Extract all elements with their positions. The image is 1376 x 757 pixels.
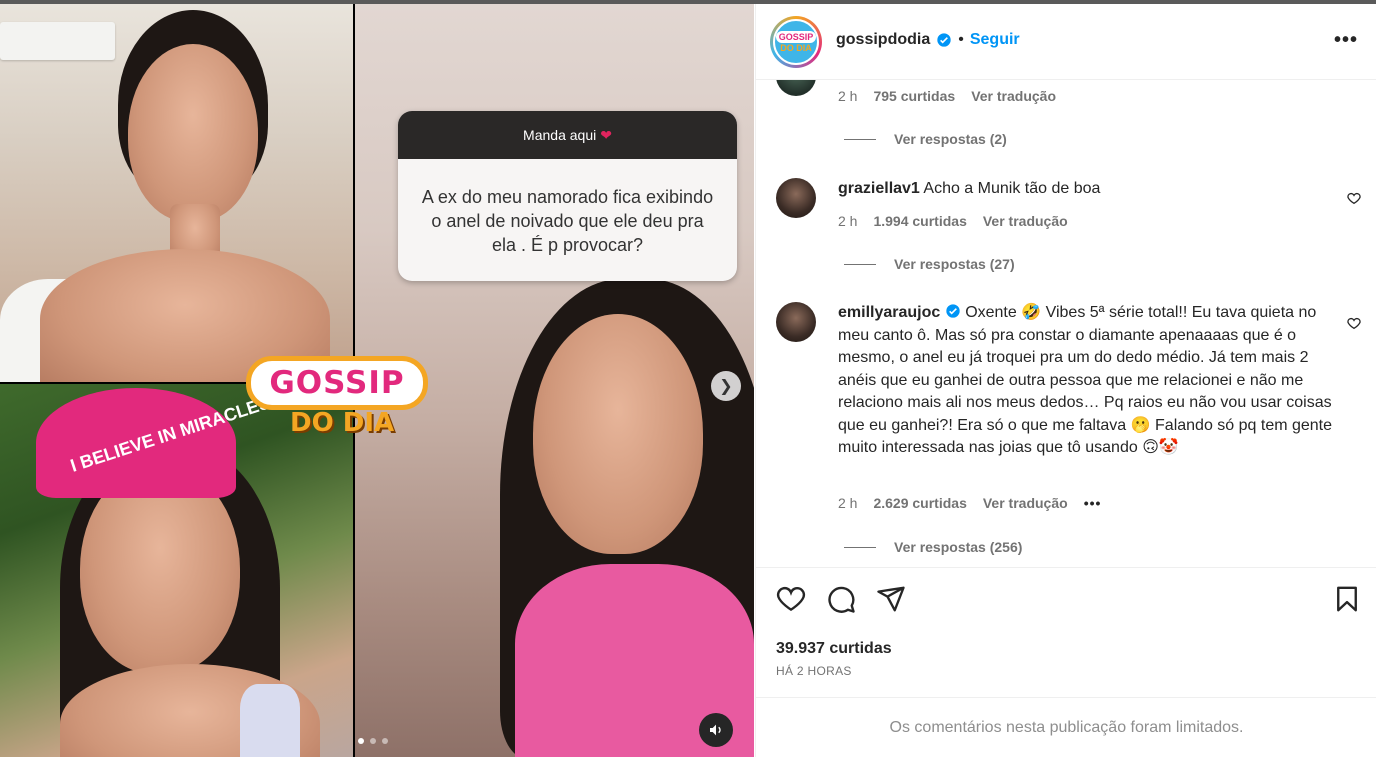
- carousel-dot: [382, 738, 388, 744]
- separator-dot: •: [958, 31, 964, 48]
- air-conditioner: [0, 22, 115, 60]
- likes-count[interactable]: 39.937 curtidas: [776, 640, 892, 658]
- view-replies-button[interactable]: Ver respostas (256): [844, 539, 1022, 555]
- carousel-dot: [358, 738, 364, 744]
- view-replies-button[interactable]: Ver respostas (2): [844, 131, 1007, 147]
- comment-meta: 2 h 795 curtidas Ver tradução: [838, 88, 1057, 104]
- carousel-next-button[interactable]: ❯: [711, 371, 741, 401]
- post-actions: 39.937 curtidas HÁ 2 HORAS: [756, 567, 1376, 697]
- comment-likes[interactable]: 1.994 curtidas: [873, 213, 966, 229]
- heart-icon[interactable]: [1346, 190, 1362, 206]
- sound-toggle-button[interactable]: [699, 713, 733, 747]
- comments-limited-notice: Os comentários nesta publicação foram li…: [756, 697, 1376, 757]
- view-replies-button[interactable]: Ver respostas (27): [844, 256, 1015, 272]
- follow-button[interactable]: Seguir: [970, 31, 1020, 49]
- comment-text: graziellav1 Acho a Munik tão de boa: [838, 180, 1101, 197]
- verified-icon: [937, 33, 951, 47]
- chevron-right-icon: ❯: [719, 378, 733, 395]
- bookmark-icon[interactable]: [1332, 584, 1362, 614]
- comment-likes[interactable]: 2.629 curtidas: [873, 495, 966, 511]
- question-header: Manda aqui ❤: [398, 111, 737, 159]
- translate-link[interactable]: Ver tradução: [971, 88, 1056, 104]
- comment-likes[interactable]: 795 curtidas: [873, 88, 955, 104]
- header-user-row: gossipdodia • Seguir: [836, 31, 1020, 49]
- question-sticker: Manda aqui ❤ A ex do meu namorado fica e…: [398, 111, 737, 281]
- share-icon[interactable]: [876, 584, 906, 614]
- gossip-do-dia-logo: GOSSIP DO DIA: [246, 356, 428, 446]
- face: [533, 314, 703, 554]
- verified-icon: [946, 304, 960, 318]
- heart-icon[interactable]: [776, 584, 806, 614]
- comment-icon[interactable]: [826, 584, 856, 614]
- comments-list[interactable]: 2 h 795 curtidas Ver tradução Ver respos…: [756, 80, 1376, 567]
- red-heart-icon: ❤: [600, 126, 612, 143]
- post-side-panel: GOSSIP DO DIA gossipdodia • Seguir ••• 2…: [755, 4, 1376, 757]
- avatar[interactable]: GOSSIP DO DIA: [770, 16, 822, 68]
- comment-username[interactable]: graziellav1: [838, 180, 920, 197]
- photo-top-left: [0, 4, 353, 382]
- post-timestamp[interactable]: HÁ 2 HORAS: [776, 664, 852, 678]
- avatar[interactable]: [776, 302, 816, 342]
- heart-icon[interactable]: [1346, 315, 1362, 331]
- volume-icon: [710, 724, 721, 736]
- post-header: GOSSIP DO DIA gossipdodia • Seguir •••: [756, 4, 1376, 80]
- carousel-dots: [358, 738, 388, 744]
- carousel-dot: [370, 738, 376, 744]
- post-media[interactable]: I BELIEVE IN MIRACLES Manda aqui ❤ A ex …: [0, 4, 754, 757]
- comment-meta: 2 h 1.994 curtidas Ver tradução: [838, 213, 1068, 229]
- face: [128, 44, 258, 222]
- username-link[interactable]: gossipdodia: [836, 31, 930, 49]
- translate-link[interactable]: Ver tradução: [983, 213, 1068, 229]
- comment-username[interactable]: emillyaraujoc: [838, 304, 940, 321]
- avatar[interactable]: [776, 178, 816, 218]
- question-text: A ex do meu namorado fica exibindo o ane…: [421, 187, 714, 255]
- avatar[interactable]: [776, 80, 816, 96]
- comment-more-icon[interactable]: •••: [1084, 495, 1102, 511]
- more-options-icon[interactable]: •••: [1334, 29, 1358, 52]
- comment-text: emillyaraujoc Oxente 🤣 Vibes 5ª série to…: [838, 304, 1333, 456]
- comment-meta: 2 h 2.629 curtidas Ver tradução •••: [838, 495, 1102, 511]
- translate-link[interactable]: Ver tradução: [983, 495, 1068, 511]
